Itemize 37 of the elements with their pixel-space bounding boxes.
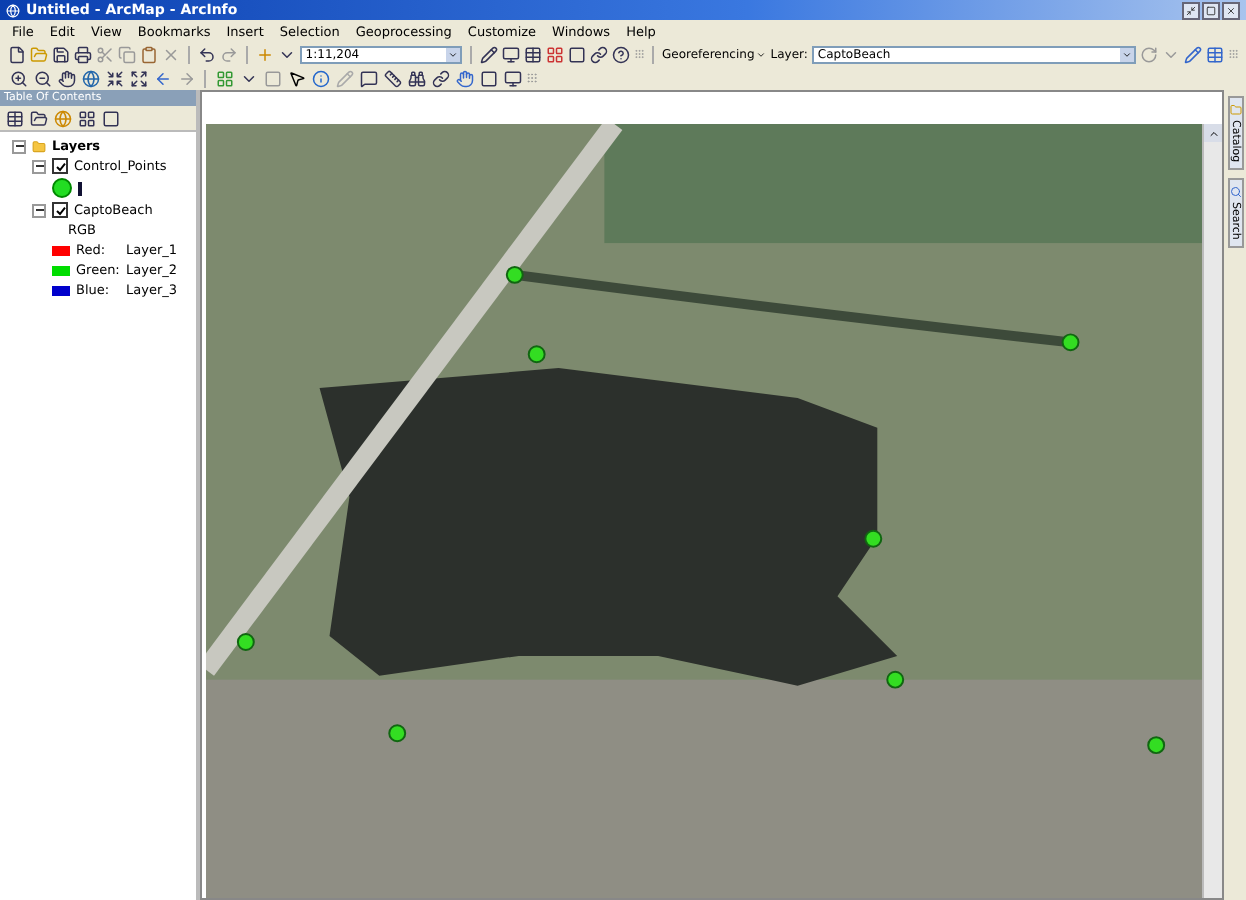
folder-icon (32, 139, 46, 153)
caret-icon[interactable] (1119, 47, 1134, 61)
control-point-icon[interactable] (236, 633, 255, 651)
zoom-in-icon[interactable] (8, 68, 28, 88)
help-icon[interactable] (611, 44, 630, 64)
measure-icon[interactable] (382, 68, 402, 88)
identify-icon[interactable] (310, 68, 330, 88)
caret-icon[interactable] (756, 49, 767, 59)
link-icon[interactable] (589, 44, 608, 64)
app-icon (6, 3, 20, 17)
minimize-button[interactable] (1182, 1, 1200, 19)
back-icon[interactable] (152, 68, 172, 88)
zoom-out-icon[interactable] (32, 68, 52, 88)
maximize-icon[interactable] (1206, 5, 1216, 15)
table-icon[interactable] (523, 44, 542, 64)
control-point-icon[interactable] (886, 670, 905, 689)
pan-icon[interactable] (56, 68, 76, 88)
control-point-icon[interactable] (388, 724, 407, 743)
search-icon[interactable] (1229, 186, 1241, 199)
find-icon[interactable] (406, 68, 426, 88)
minimize-icon[interactable] (1186, 5, 1196, 15)
control-point-icon[interactable] (505, 265, 524, 284)
control-point-icon[interactable] (1061, 333, 1080, 352)
caret-icon[interactable] (445, 47, 460, 61)
control-point-icon[interactable] (527, 345, 546, 364)
layer-checkbox[interactable] (52, 158, 68, 174)
pointer-icon[interactable] (286, 68, 306, 88)
control-point-icon[interactable] (864, 529, 883, 548)
close-button[interactable] (1222, 1, 1240, 19)
maximize-button[interactable] (1202, 1, 1220, 19)
undo-icon[interactable] (197, 44, 216, 64)
new-icon[interactable] (8, 44, 26, 64)
paste-icon[interactable] (140, 44, 158, 64)
layer-checkbox[interactable] (52, 202, 68, 218)
print-icon[interactable] (74, 44, 92, 64)
save-icon[interactable] (52, 44, 70, 64)
control-point-icon[interactable] (1147, 736, 1166, 755)
